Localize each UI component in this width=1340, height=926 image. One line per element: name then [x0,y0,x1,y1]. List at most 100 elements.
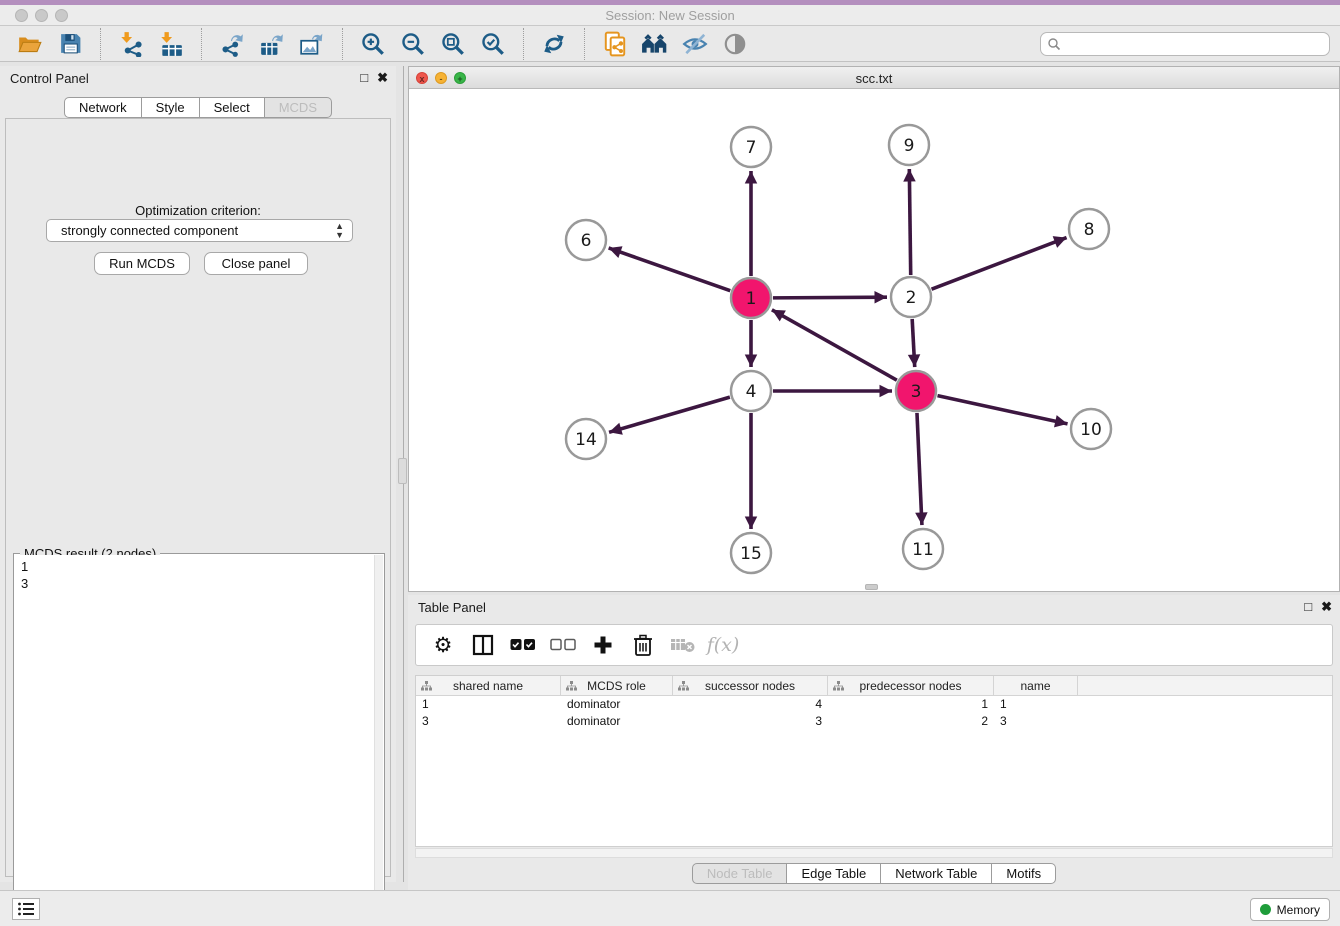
close-panel-button[interactable]: Close panel [204,252,308,275]
graph-svg[interactable]: 7968124314101511 [409,89,1339,591]
control-panel: Control Panel □ ✖ Network Style Select M… [0,66,396,882]
table-panel-close-icon[interactable]: ✖ [1321,599,1332,615]
control-panel-float-icon[interactable]: □ [360,70,368,86]
node-table[interactable]: shared name MCDS role successor nodes pr… [415,675,1333,847]
memory-button-label: Memory [1277,903,1320,917]
toolbar-separator [201,28,202,60]
first-neighbors-icon[interactable] [641,30,669,58]
zoom-in-icon[interactable] [359,30,387,58]
table-panel-float-icon[interactable]: □ [1304,599,1312,615]
table-header-row: shared name MCDS role successor nodes pr… [416,676,1332,696]
graph-node-label-9: 9 [904,136,915,156]
cell-name[interactable]: 3 [994,714,1078,730]
zoom-out-icon[interactable] [399,30,427,58]
save-session-icon[interactable] [56,30,84,58]
run-mcds-button[interactable]: Run MCDS [94,252,190,275]
cell-successor-nodes[interactable]: 4 [673,697,828,713]
graph-node-label-10: 10 [1080,420,1102,440]
delete-columns-icon[interactable] [630,632,656,658]
export-network-icon[interactable] [218,30,246,58]
panel-divider-grip[interactable] [398,458,407,484]
graph-edge-2-9[interactable] [909,169,910,275]
column-header-successor-nodes[interactable]: successor nodes [673,676,828,695]
cell-shared-name[interactable]: 3 [416,714,561,730]
apply-layout-icon[interactable] [540,30,568,58]
memory-button[interactable]: Memory [1250,898,1330,921]
open-session-icon[interactable] [16,30,44,58]
clone-network-icon[interactable] [601,30,629,58]
tab-network[interactable]: Network [64,97,142,118]
cell-mcds-role[interactable]: dominator [561,714,673,730]
toolbar-separator [523,28,524,60]
tab-select[interactable]: Select [200,97,265,118]
add-column-icon[interactable] [590,632,616,658]
mcds-result-line: 3 [21,575,377,592]
cell-predecessor-nodes[interactable]: 1 [828,697,994,713]
window-title: Session: New Session [0,8,1340,23]
tab-motifs[interactable]: Motifs [992,863,1056,884]
task-history-button[interactable] [12,898,40,920]
network-window-titlebar[interactable]: x - + scc.txt [409,67,1339,89]
zoom-fit-icon[interactable] [439,30,467,58]
tab-edge-table[interactable]: Edge Table [787,863,881,884]
import-table-icon[interactable] [157,30,185,58]
search-icon [1047,37,1061,51]
graph-node-label-2: 2 [906,288,917,308]
table-row[interactable]: 3 dominator 3 2 3 [416,714,1332,730]
tab-mcds[interactable]: MCDS [265,97,332,118]
main-toolbar [0,26,1340,62]
delete-table-icon [670,632,696,658]
mcds-result-scrollbar[interactable] [374,555,383,926]
column-header-shared-name[interactable]: shared name [416,676,561,695]
graph-edge-3-11[interactable] [917,413,922,525]
mcds-result-box: MCDS result (2 nodes) 1 3 [13,553,385,926]
criterion-select[interactable]: strongly connected component ▲▼ [46,219,353,242]
graph-edge-2-8[interactable] [932,238,1067,290]
show-columns-icon[interactable] [470,632,496,658]
export-table-icon[interactable] [258,30,286,58]
graph-node-label-7: 7 [746,138,757,158]
hide-selected-icon[interactable] [681,30,709,58]
select-all-icon[interactable] [510,632,536,658]
tab-node-table[interactable]: Node Table [692,863,788,884]
table-horizontal-scrollbar[interactable] [415,848,1333,858]
graph-edge-1-6[interactable] [609,248,731,291]
memory-status-dot [1260,904,1271,915]
import-network-icon[interactable] [117,30,145,58]
show-all-icon[interactable] [721,30,749,58]
cell-shared-name[interactable]: 1 [416,697,561,713]
zoom-selected-icon[interactable] [479,30,507,58]
search-field[interactable] [1040,32,1330,56]
table-mode-gear-icon[interactable]: ⚙ [430,632,456,658]
mcds-panel: Optimization criterion: strongly connect… [5,118,391,877]
network-view-window: x - + scc.txt 7968124314101511 [408,66,1340,592]
mcds-result-text[interactable]: 1 3 [15,555,383,926]
export-image-icon[interactable] [298,30,326,58]
network-window-resize-grip[interactable] [865,584,878,590]
graph-edge-3-1[interactable] [772,310,897,380]
control-panel-close-icon[interactable]: ✖ [377,70,388,86]
graph-edge-4-14[interactable] [609,397,730,432]
column-header-name[interactable]: name [994,676,1078,695]
table-panel: Table Panel □ ✖ ⚙ [408,595,1340,890]
graph-node-label-6: 6 [581,231,592,251]
deselect-all-icon[interactable] [550,632,576,658]
tab-style[interactable]: Style [142,97,200,118]
table-row[interactable]: 1 dominator 4 1 1 [416,697,1332,713]
sort-hierarchy-icon [566,681,577,691]
graph-edge-2-3[interactable] [912,319,915,367]
tab-network-table[interactable]: Network Table [881,863,992,884]
column-header-mcds-role[interactable]: MCDS role [561,676,673,695]
cell-mcds-role[interactable]: dominator [561,697,673,713]
graph-node-label-4: 4 [746,382,757,402]
function-builder-icon: f(x) [710,632,736,658]
search-input[interactable] [1061,35,1329,53]
graph-node-label-15: 15 [740,544,762,564]
cell-name[interactable]: 1 [994,697,1078,713]
cell-successor-nodes[interactable]: 3 [673,714,828,730]
graph-edge-1-2[interactable] [773,297,887,298]
graph-edge-3-10[interactable] [937,396,1067,424]
titlebar[interactable]: Session: New Session [0,5,1340,26]
column-header-predecessor-nodes[interactable]: predecessor nodes [828,676,994,695]
cell-predecessor-nodes[interactable]: 2 [828,714,994,730]
